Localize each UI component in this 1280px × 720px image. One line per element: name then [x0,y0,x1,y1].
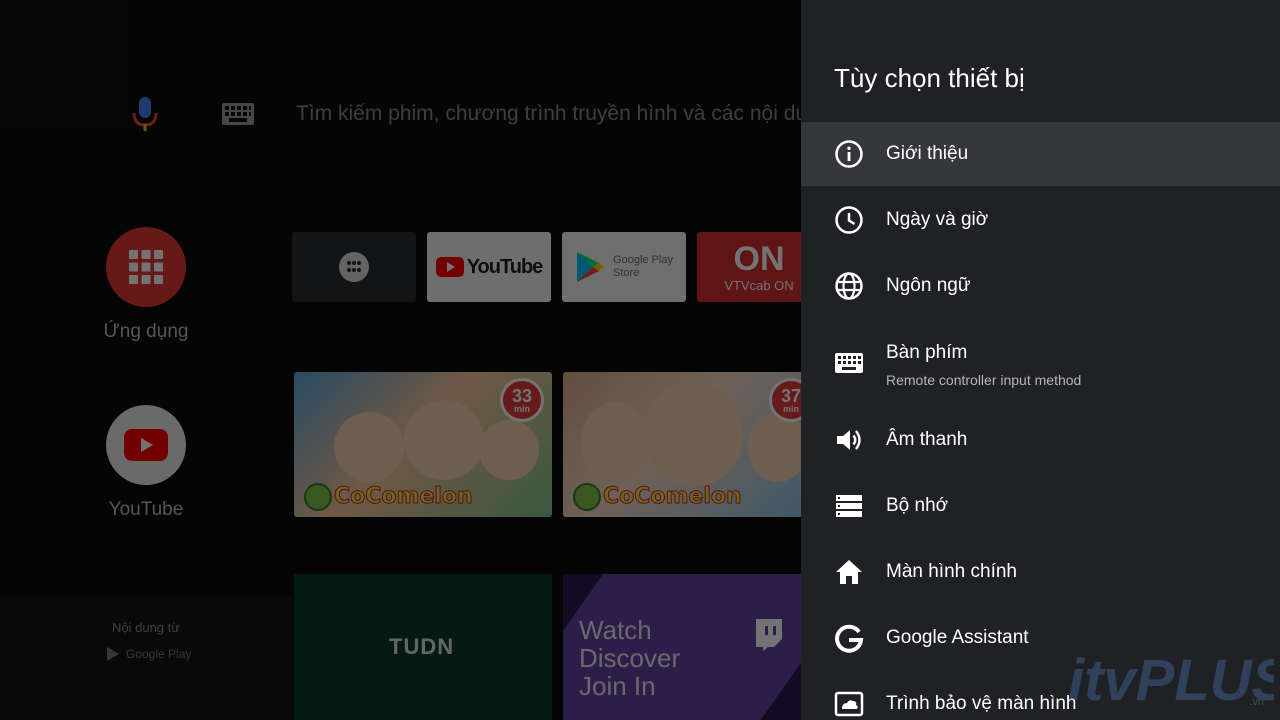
menu-item-date-time[interactable]: Ngày và giờ [801,188,1280,252]
youtube-logo-text: YouTube [466,255,544,278]
content-source: Google Play [106,646,191,662]
youtube-app-card[interactable]: YouTube [427,232,551,302]
globe-icon [834,271,864,301]
apps-button[interactable]: Ứng dụng [104,227,188,343]
clock-icon [834,205,864,235]
menu-item-text: Ngày và giờ [886,209,988,231]
menu-item-language[interactable]: Ngôn ngữ [801,254,1280,318]
menu-item-text: Giới thiệu [886,143,968,165]
watermelon-logo-icon [304,483,332,511]
youtube-play-icon [435,257,464,277]
menu-item-label: Trình bảo vệ màn hình [886,693,1077,714]
character-face [748,412,803,482]
menu-item-label: Google Assistant [886,627,1029,648]
character-face [479,420,539,480]
video-thumbnail-2[interactable]: 37 min CoComelon [563,372,803,517]
storage-icon [834,491,864,521]
character-face [334,412,404,482]
menu-item-text: Âm thanh [886,429,967,451]
play-store-text-2: Store [613,267,640,279]
menu-item-text: Bộ nhớ [886,495,948,517]
speaker-icon [834,425,864,455]
video-thumbnail-1[interactable]: 33 min CoComelon [294,372,552,517]
cocomelon-logo: CoComelon [603,484,743,510]
google-play-icon [107,647,119,661]
youtube-label: YouTube [108,499,184,520]
apps-label: Ứng dụng [103,321,189,342]
duration-number: 33 [511,385,533,406]
menu-item-label: Âm thanh [886,429,968,450]
menu-item-label: Màn hình chính [886,561,1017,582]
menu-item-about[interactable]: Giới thiệu [801,122,1280,186]
play-store-icon [577,252,605,282]
duration-badge: 33 min [500,378,544,422]
twitch-tagline: Watch Discover Join In [579,616,680,700]
search-hint-text[interactable]: Tìm kiếm phim, chương trình truyền hình … [296,102,807,126]
menu-item-text: Bàn phím Remote controller input method [886,342,1081,388]
play-store-logo: Google Play Store [575,251,673,283]
content-source-label: Google Play [126,647,192,661]
duration-unit: min [782,403,799,414]
tudn-card[interactable]: TUDN [294,574,552,720]
menu-item-label: Bộ nhớ [886,495,949,516]
youtube-logo: YouTube [435,255,544,279]
play-store-app-card[interactable]: Google Play Store [562,232,686,302]
character-face [581,402,651,482]
more-apps-card[interactable] [292,232,416,302]
character-face [643,382,743,487]
apps-grid-icon [106,227,186,307]
duration-number: 37 [780,385,802,406]
home-icon [834,557,864,587]
screensaver-icon [834,689,864,719]
cocomelon-logo: CoComelon [334,484,474,510]
menu-item-storage[interactable]: Bộ nhớ [801,474,1280,538]
tudn-logo: TUDN [389,634,455,659]
menu-item-label: Ngôn ngữ [886,275,971,296]
menu-item-text: Ngôn ngữ [886,275,971,297]
menu-item-label: Giới thiệu [886,143,969,164]
menu-item-sound[interactable]: Âm thanh [801,408,1280,472]
info-icon [834,139,864,169]
tagline-line-2: Discover [579,643,681,673]
play-store-text-1: Google Play [613,254,673,266]
menu-item-label: Bàn phím [886,342,968,363]
panel-title: Tùy chọn thiết bị [834,63,1025,93]
watermelon-logo-icon [573,483,601,511]
content-from-panel: Nội dung từ Google Play [0,596,292,720]
more-dots-icon [339,252,369,282]
keyboard-icon [834,348,864,378]
microphone-icon[interactable] [130,96,160,132]
menu-item-sublabel: Remote controller input method [886,372,1082,388]
menu-item-text: Màn hình chính [886,561,1017,583]
menu-item-text: Trình bảo vệ màn hình [886,693,1076,715]
youtube-icon [106,405,186,485]
menu-item-home-screen[interactable]: Màn hình chính [801,540,1280,604]
vtvcab-label: VTVcab ON [724,277,794,293]
twitch-icon [756,619,782,651]
device-preferences-panel: Tùy chọn thiết bị Giới thiệu Ngày và giờ… [801,0,1280,720]
keyboard-search-icon[interactable] [222,103,254,125]
twitch-card[interactable]: Watch Discover Join In [563,574,803,720]
character-face [404,400,484,480]
tagline-line-1: Watch [579,615,652,645]
content-from-label: Nội dung từ [112,620,180,635]
menu-item-screensaver[interactable]: Trình bảo vệ màn hình [801,672,1280,720]
tagline-line-3: Join In [579,671,656,701]
youtube-channel-button[interactable]: YouTube [104,405,188,521]
menu-item-label: Ngày và giờ [886,209,989,230]
menu-item-google-assistant[interactable]: Google Assistant [801,606,1280,670]
vtvcab-logo: ON [733,239,785,278]
menu-item-text: Google Assistant [886,627,1029,649]
google-g-icon [834,623,864,653]
menu-item-keyboard[interactable]: Bàn phím Remote controller input method [801,330,1280,400]
duration-unit: min [513,403,530,414]
